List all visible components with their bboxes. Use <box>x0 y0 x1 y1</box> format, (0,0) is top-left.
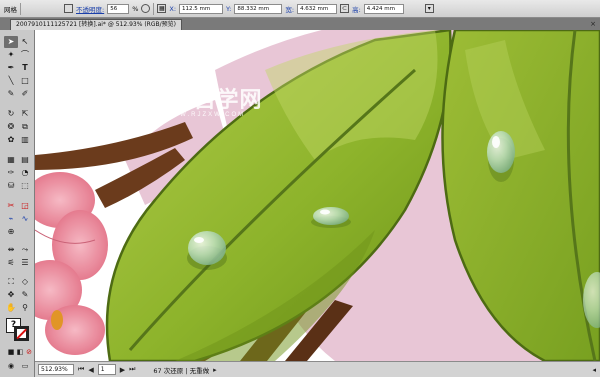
none-mode-icon[interactable]: ⊘ <box>22 346 36 358</box>
scroll-left-icon[interactable]: ◂ <box>592 366 596 374</box>
status-menu-icon[interactable]: ▸ <box>213 366 217 374</box>
dew-drop-3 <box>487 131 515 182</box>
pencil-tool-icon[interactable]: ✐ <box>18 88 32 100</box>
width-label: 宽: <box>285 5 295 14</box>
width-tool-icon[interactable]: ◇ <box>18 276 32 288</box>
artboard-canvas[interactable]: 软件自学网 WWW.RJZXW.COM <box>35 30 600 361</box>
height-label: 高: <box>352 5 361 14</box>
column-graph-tool-icon[interactable]: ▥ <box>18 134 32 146</box>
close-icon[interactable]: × <box>590 19 596 29</box>
x-label: X: <box>169 4 177 13</box>
warp-tool-icon[interactable]: ❂ <box>4 121 18 133</box>
live-paint-bucket-tool-icon[interactable]: ⛁ <box>4 180 18 192</box>
eraser-tool-icon[interactable]: ⌁ <box>4 213 18 225</box>
paintbrush-tool-icon[interactable]: ✎ <box>4 88 18 100</box>
rectangle-tool-icon[interactable]: □ <box>18 75 32 87</box>
status-bar: 512.93% ⏮ ◀ 1 ▶ ⏭ 67 次还原 | 无重做 ▸ ◂ <box>35 361 600 377</box>
height-field[interactable]: 4.424 mm <box>363 3 404 14</box>
document-tab[interactable]: 2007910111125721 [转换].ai* @ 512.93% (RGB… <box>10 19 182 30</box>
symbol-sprayer-tool-icon[interactable]: ✿ <box>4 134 18 146</box>
mesh-tool-icon[interactable]: ▦ <box>4 154 18 166</box>
scale-tool-icon[interactable]: ⇱ <box>18 108 32 120</box>
measure-tool-icon[interactable]: ✎ <box>18 289 32 301</box>
live-paint-selection-tool-icon[interactable]: ⬚ <box>18 180 32 192</box>
type-tool-icon[interactable]: T <box>18 62 32 74</box>
status-message: 67 次还原 | 无重做 <box>153 366 210 375</box>
blend-tool-icon[interactable]: ◔ <box>18 167 32 179</box>
hand-pan-tool-icon[interactable]: ✋ <box>4 302 18 314</box>
gradient-tool-icon[interactable]: ▤ <box>18 154 32 166</box>
align-tool-icon[interactable]: ☰ <box>18 257 32 269</box>
opacity-label[interactable]: 不透明度: <box>76 4 104 14</box>
magic-wand-tool-icon[interactable]: ✦ <box>4 49 18 61</box>
opacity-field[interactable]: 56 <box>107 3 130 14</box>
recolor-icon[interactable] <box>141 4 151 13</box>
leaf-artwork <box>35 30 600 361</box>
next-page-icon[interactable]: ▶ <box>120 366 125 374</box>
page-field[interactable]: 1 <box>97 364 116 375</box>
zoom-tool-icon[interactable]: ⇹ <box>4 244 18 256</box>
flower <box>35 172 108 355</box>
lasso-tool-icon[interactable]: ⌒ <box>18 49 32 61</box>
opacity-unit: % <box>132 4 139 13</box>
document-tab-bar: 2007910111125721 [转换].ai* @ 512.93% (RGB… <box>0 18 600 30</box>
tools-panel: ➤ ↖ ✦ ⌒ ✒ T ╲ □ ✎ ✐ ↻ ⇱ ❂ ⧉ ✿ ▥ ▦ ▤ ✑ ◔ … <box>0 30 35 377</box>
reference-point-icon[interactable]: ▦ <box>157 4 167 13</box>
selection-tool-icon[interactable]: ➤ <box>4 36 18 48</box>
zoom-magnifier-tool-icon[interactable]: ⚲ <box>18 302 32 314</box>
control-bar: 网格 不透明度: 56 % ▦ X: 112.5 mm Y: 88.332 mm… <box>0 0 600 18</box>
dew-drop-1 <box>187 231 227 270</box>
x-field[interactable]: 112.5 mm <box>179 3 224 14</box>
shape-builder-tool-icon[interactable]: ⤳ <box>18 244 32 256</box>
separator <box>20 2 21 15</box>
constrain-proportions-icon[interactable]: ⊂ <box>340 4 350 13</box>
artboard-tool-icon[interactable]: ⛶ <box>4 276 18 288</box>
separator <box>153 2 155 15</box>
zoom-field[interactable]: 512.93% <box>38 364 74 375</box>
slice-tool-icon[interactable]: ◲ <box>18 200 32 212</box>
scissors-tool-icon[interactable]: ∿ <box>18 213 32 225</box>
print-tiling-tool-icon[interactable]: ✥ <box>4 289 18 301</box>
fill-stroke-swatches[interactable]: ? <box>6 318 30 342</box>
first-page-icon[interactable]: ⏮ <box>78 365 84 374</box>
panel-label: 网格 <box>4 5 17 14</box>
rotate-tool-icon[interactable]: ↻ <box>4 108 18 120</box>
direct-selection-tool-icon[interactable]: ↖ <box>18 36 32 48</box>
draw-normal-icon[interactable]: ◉ <box>4 360 18 372</box>
stroke-swatch[interactable] <box>14 326 29 341</box>
crop-area-tool-icon[interactable]: ✂ <box>4 200 18 212</box>
y-field[interactable]: 88.332 mm <box>234 3 283 14</box>
eyedropper-tool-icon[interactable]: ✑ <box>4 167 18 179</box>
style-swatch-icon[interactable] <box>64 4 73 13</box>
perspective-grid-tool-icon[interactable]: ⚟ <box>4 257 18 269</box>
width-field[interactable]: 4.632 mm <box>297 3 338 14</box>
prev-page-icon[interactable]: ◀ <box>88 366 93 374</box>
hand-tool-icon[interactable]: ⊕ <box>4 226 18 238</box>
transform-menu-icon[interactable]: ▾ <box>424 4 434 13</box>
y-label: Y: <box>226 4 232 13</box>
free-transform-tool-icon[interactable]: ⧉ <box>18 121 32 133</box>
last-page-icon[interactable]: ⏭ <box>129 365 135 374</box>
screen-mode-icon[interactable]: ▭ <box>18 360 32 372</box>
line-tool-icon[interactable]: ╲ <box>4 75 18 87</box>
pen-tool-icon[interactable]: ✒ <box>4 62 18 74</box>
